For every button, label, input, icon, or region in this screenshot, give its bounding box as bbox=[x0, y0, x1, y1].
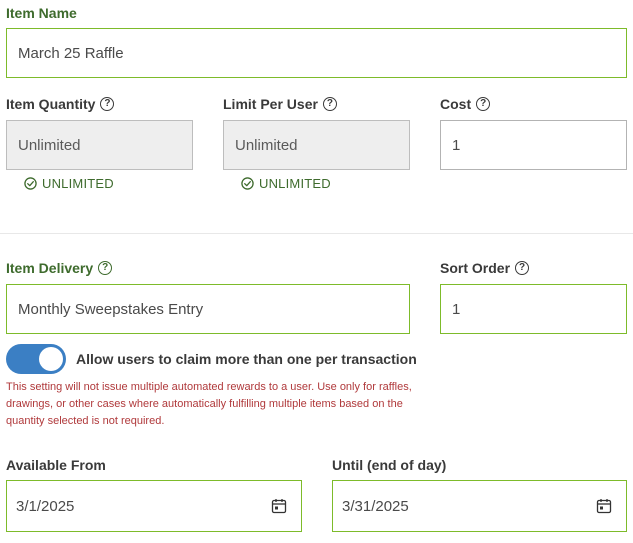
limit-per-user-unlimited-text: UNLIMITED bbox=[259, 176, 331, 191]
sort-order-value: 1 bbox=[452, 300, 461, 318]
until-date-input[interactable]: 3/31/2025 bbox=[332, 480, 627, 532]
item-quantity-unlimited-text: UNLIMITED bbox=[42, 176, 114, 191]
cost-label: Cost ? bbox=[440, 96, 491, 112]
claim-multiple-toggle[interactable] bbox=[6, 344, 66, 374]
toggle-knob bbox=[39, 347, 63, 371]
item-name-label-text: Item Name bbox=[6, 5, 77, 21]
item-quantity-input[interactable]: Unlimited bbox=[6, 120, 193, 170]
available-from-value: 3/1/2025 bbox=[16, 497, 75, 515]
available-from-label-text: Available From bbox=[6, 457, 106, 473]
claim-multiple-warning: This setting will not issue multiple aut… bbox=[6, 381, 412, 427]
help-circle-icon[interactable]: ? bbox=[515, 261, 530, 275]
check-circle-icon bbox=[241, 177, 254, 190]
help-circle-icon[interactable]: ? bbox=[100, 97, 115, 111]
sort-order-label-text: Sort Order bbox=[440, 260, 511, 276]
item-quantity-value: Unlimited bbox=[18, 136, 81, 154]
until-value: 3/31/2025 bbox=[342, 497, 409, 515]
item-name-input[interactable]: March 25 Raffle bbox=[6, 28, 627, 78]
limit-per-user-input[interactable]: Unlimited bbox=[223, 120, 410, 170]
item-quantity-unlimited-badge[interactable]: UNLIMITED bbox=[24, 176, 114, 191]
calendar-icon[interactable] bbox=[596, 498, 612, 514]
item-delivery-value: Monthly Sweepstakes Entry bbox=[18, 300, 204, 318]
sort-order-input[interactable]: 1 bbox=[440, 284, 627, 334]
limit-per-user-value: Unlimited bbox=[235, 136, 298, 154]
until-label: Until (end of day) bbox=[332, 457, 446, 473]
item-delivery-label-text: Item Delivery bbox=[6, 260, 94, 276]
limit-per-user-label-text: Limit Per User bbox=[223, 96, 318, 112]
help-circle-icon[interactable]: ? bbox=[98, 261, 113, 275]
available-from-label: Available From bbox=[6, 457, 106, 473]
item-quantity-label: Item Quantity ? bbox=[6, 96, 115, 112]
check-circle-icon bbox=[24, 177, 37, 190]
cost-value: 1 bbox=[452, 136, 461, 154]
cost-input[interactable]: 1 bbox=[440, 120, 627, 170]
sort-order-label: Sort Order ? bbox=[440, 260, 530, 276]
until-label-text: Until (end of day) bbox=[332, 457, 447, 473]
help-circle-icon[interactable]: ? bbox=[476, 97, 491, 111]
item-quantity-label-text: Item Quantity bbox=[6, 96, 96, 112]
limit-per-user-label: Limit Per User ? bbox=[223, 96, 337, 112]
available-from-date-input[interactable]: 3/1/2025 bbox=[6, 480, 302, 532]
limit-per-user-unlimited-badge[interactable]: UNLIMITED bbox=[241, 176, 331, 191]
item-delivery-select[interactable]: Monthly Sweepstakes Entry bbox=[6, 284, 410, 334]
item-name-label: Item Name bbox=[6, 5, 77, 21]
item-delivery-label: Item Delivery ? bbox=[6, 260, 113, 276]
cost-label-text: Cost bbox=[440, 96, 472, 112]
section-divider bbox=[0, 233, 633, 234]
item-name-value: March 25 Raffle bbox=[18, 44, 124, 62]
claim-multiple-label: Allow users to claim more than one per t… bbox=[76, 351, 417, 367]
calendar-icon[interactable] bbox=[271, 498, 287, 514]
help-circle-icon[interactable]: ? bbox=[322, 97, 337, 111]
